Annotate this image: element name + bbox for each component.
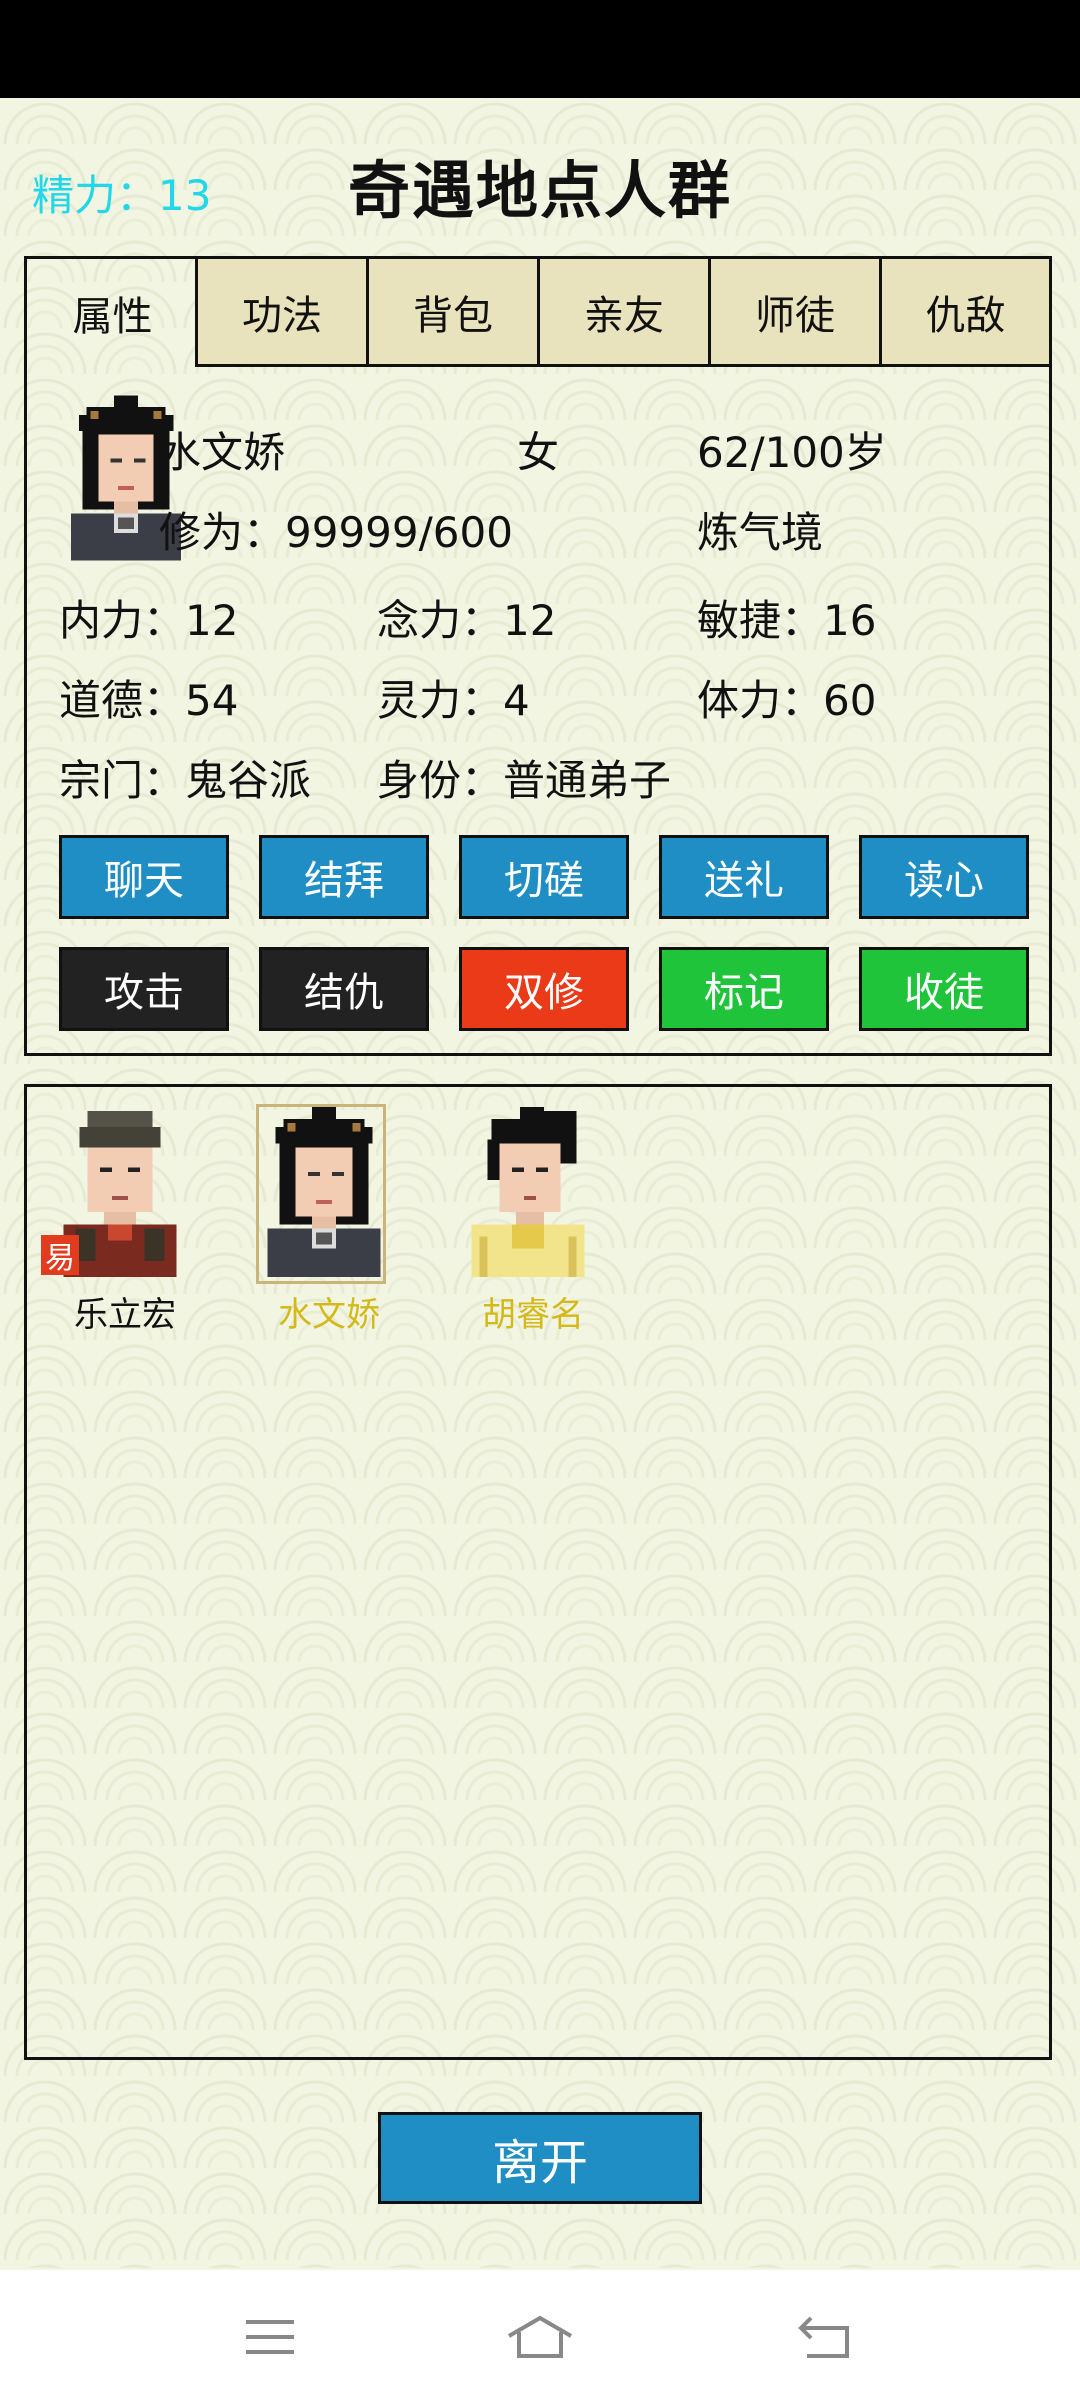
stat-neili: 内力：12 bbox=[59, 596, 239, 645]
character-realm: 炼气境 bbox=[697, 508, 824, 557]
stat-lingli: 灵力：4 bbox=[377, 676, 530, 725]
crowd-person[interactable]: 易 乐立宏 bbox=[41, 1107, 195, 1336]
stat-nianli: 念力：12 bbox=[377, 596, 557, 645]
tab-master-disciple[interactable]: 师徒 bbox=[708, 259, 879, 367]
read-mind-button[interactable]: 读心 bbox=[859, 835, 1029, 919]
stat-daode: 道德：54 bbox=[59, 676, 239, 725]
tab-skills[interactable]: 功法 bbox=[195, 259, 366, 367]
person-portrait bbox=[471, 1107, 585, 1277]
crowd-person[interactable]: 胡睿名 bbox=[463, 1107, 603, 1336]
person-name: 水文娇 bbox=[278, 1295, 380, 1335]
gift-button[interactable]: 送礼 bbox=[659, 835, 829, 919]
tab-bar: 属性 功法 背包 亲友 师徒 仇敌 bbox=[27, 259, 1049, 367]
person-portrait bbox=[267, 1107, 381, 1277]
tab-relatives[interactable]: 亲友 bbox=[537, 259, 708, 367]
trade-badge: 易 bbox=[41, 1235, 79, 1276]
stat-minjie: 敏捷：16 bbox=[697, 596, 877, 645]
tab-backpack[interactable]: 背包 bbox=[366, 259, 537, 367]
attack-button[interactable]: 攻击 bbox=[59, 947, 229, 1031]
stat-identity: 身份：普通弟子 bbox=[377, 756, 672, 805]
status-bar bbox=[0, 0, 1080, 98]
crowd-person-selected[interactable]: 水文娇 bbox=[256, 1104, 399, 1336]
feud-button[interactable]: 结仇 bbox=[259, 947, 429, 1031]
system-nav-bar bbox=[0, 2270, 1080, 2400]
character-panel: 属性 功法 背包 亲友 师徒 仇敌 水文娇 女 62/100岁 修为：99999… bbox=[24, 256, 1052, 1056]
tab-enemies[interactable]: 仇敌 bbox=[879, 259, 1049, 367]
character-gender: 女 bbox=[517, 428, 560, 477]
character-age: 62/100岁 bbox=[697, 428, 887, 477]
dual-cultivation-button[interactable]: 双修 bbox=[459, 947, 629, 1031]
back-icon[interactable] bbox=[795, 2312, 855, 2362]
chat-button[interactable]: 聊天 bbox=[59, 835, 229, 919]
person-name: 胡睿名 bbox=[482, 1295, 584, 1335]
tab-attributes[interactable]: 属性 bbox=[27, 259, 198, 367]
home-icon[interactable] bbox=[505, 2312, 575, 2362]
crowd-panel: 易 乐立宏 水文娇 胡睿名 bbox=[24, 1084, 1052, 2060]
sworn-brother-button[interactable]: 结拜 bbox=[259, 835, 429, 919]
leave-button[interactable]: 离开 bbox=[378, 2112, 702, 2204]
mark-button[interactable]: 标记 bbox=[659, 947, 829, 1031]
page-title: 奇遇地点人群 bbox=[347, 154, 732, 227]
stat-sect: 宗门：鬼谷派 bbox=[59, 756, 312, 805]
spar-button[interactable]: 切磋 bbox=[459, 835, 629, 919]
person-name: 乐立宏 bbox=[74, 1295, 176, 1335]
stat-tili: 体力：60 bbox=[697, 676, 877, 725]
character-name: 水文娇 bbox=[159, 428, 286, 477]
character-cultivation: 修为：99999/600 bbox=[159, 508, 513, 557]
menu-icon[interactable] bbox=[240, 2312, 300, 2362]
take-disciple-button[interactable]: 收徒 bbox=[859, 947, 1029, 1031]
